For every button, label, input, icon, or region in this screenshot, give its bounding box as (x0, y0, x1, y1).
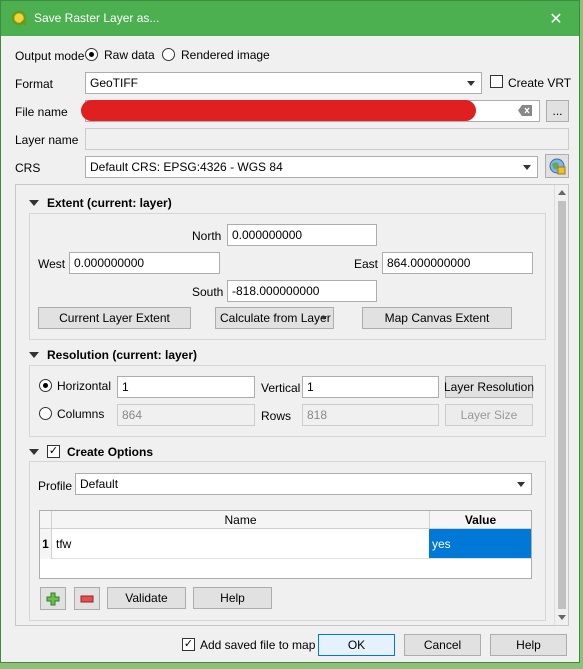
profile-select[interactable]: Default (75, 473, 532, 495)
format-select[interactable]: GeoTIFF (85, 72, 482, 94)
layer-resolution-button[interactable]: Layer Resolution (444, 376, 534, 398)
qgis-logo-icon (11, 10, 27, 26)
cancel-button[interactable]: Cancel (404, 634, 481, 656)
columns-input[interactable]: 864 (117, 404, 255, 426)
validate-button[interactable]: Validate (107, 587, 186, 609)
create-options-checkbox[interactable]: ✓ (47, 445, 60, 458)
save-raster-dialog: Save Raster Layer as... ✕ Output mode Ra… (0, 0, 580, 663)
map-canvas-extent-button[interactable]: Map Canvas Extent (362, 307, 512, 329)
create-options-header: Create Options (67, 445, 154, 459)
create-options-help-button[interactable]: Help (193, 587, 272, 609)
north-input[interactable]: 0.000000000 (227, 224, 377, 246)
chevron-down-icon (523, 165, 531, 170)
layer-name-label: Layer name (15, 133, 79, 147)
clear-icon[interactable] (518, 105, 532, 116)
browse-button[interactable]: ... (546, 100, 569, 122)
row-index: 1 (40, 529, 52, 559)
west-input[interactable]: 0.000000000 (69, 252, 220, 274)
file-name-label: File name (15, 105, 68, 119)
current-layer-extent-button[interactable]: Current Layer Extent (38, 307, 191, 329)
horizontal-input[interactable]: 1 (117, 376, 255, 398)
horizontal-radio[interactable] (39, 379, 52, 392)
crs-globe-icon (549, 158, 566, 175)
add-saved-file-checkbox[interactable]: ✓ (182, 638, 195, 651)
south-input[interactable]: -818.000000000 (227, 280, 377, 302)
layer-name-input[interactable] (85, 128, 569, 150)
rows-input[interactable]: 818 (302, 404, 439, 426)
rendered-image-radio[interactable] (162, 48, 175, 61)
layer-size-button[interactable]: Layer Size (445, 404, 533, 426)
calculate-from-layer-button[interactable]: Calculate from Layer (215, 307, 334, 329)
table-corner (40, 511, 52, 529)
add-option-button[interactable] (40, 587, 66, 610)
add-icon (46, 592, 60, 605)
create-vrt-checkbox[interactable] (490, 75, 503, 88)
value-column-header[interactable]: Value (429, 511, 531, 529)
raw-data-label: Raw data (104, 48, 155, 62)
remove-option-button[interactable] (74, 587, 100, 610)
south-label: South (192, 285, 224, 299)
vertical-input[interactable]: 1 (302, 376, 439, 398)
chevron-down-icon (467, 81, 475, 86)
extent-header: Extent (current: layer) (47, 196, 172, 210)
create-vrt-label: Create VRT (508, 76, 572, 90)
chevron-down-icon (517, 482, 525, 487)
format-label: Format (15, 77, 54, 91)
window-title: Save Raster Layer as... (34, 11, 160, 25)
close-icon[interactable]: ✕ (533, 1, 579, 36)
profile-value: Default (80, 477, 119, 491)
west-label: West (38, 257, 66, 271)
help-button[interactable]: Help (490, 634, 567, 656)
scroll-up-icon[interactable] (558, 190, 566, 195)
horizontal-label: Horizontal (57, 379, 112, 393)
crs-label: CRS (15, 161, 41, 175)
resolution-collapse-icon[interactable] (29, 352, 39, 358)
title-bar: Save Raster Layer as... ✕ (1, 1, 579, 36)
columns-radio[interactable] (39, 407, 52, 420)
redaction-mark (81, 100, 476, 121)
row-name-cell[interactable]: tfw (56, 537, 71, 551)
options-scroll-area: Extent (current: layer) North 0.00000000… (15, 184, 569, 626)
row-value-cell[interactable]: yes (429, 529, 531, 558)
scrollbar[interactable] (554, 185, 568, 625)
calculate-from-layer-label: Calculate from Layer (220, 311, 331, 325)
extent-collapse-icon[interactable] (29, 200, 39, 206)
columns-label: Columns (57, 407, 105, 421)
options-table: Name Value 1 tfw yes (39, 510, 532, 579)
crs-value: Default CRS: EPSG:4326 - WGS 84 (90, 160, 283, 174)
north-label: North (192, 229, 222, 243)
east-label: East (354, 257, 379, 271)
crs-select[interactable]: Default CRS: EPSG:4326 - WGS 84 (85, 156, 538, 178)
rows-label: Rows (261, 409, 292, 423)
add-saved-file-label: Add saved file to map (200, 638, 316, 652)
scroll-thumb[interactable] (558, 201, 566, 609)
remove-icon (80, 595, 94, 602)
scroll-down-icon[interactable] (558, 615, 566, 620)
resolution-header: Resolution (current: layer) (47, 348, 198, 362)
table-row[interactable]: 1 tfw yes (40, 529, 531, 559)
chevron-down-icon (321, 316, 327, 320)
east-input[interactable]: 864.000000000 (382, 252, 533, 274)
rendered-image-label: Rendered image (181, 48, 270, 62)
crs-selector-button[interactable] (545, 154, 569, 178)
output-mode-label: Output mode (15, 49, 85, 63)
name-column-header[interactable]: Name (52, 513, 429, 527)
ok-button[interactable]: OK (318, 634, 395, 656)
profile-label: Profile (38, 479, 73, 493)
raw-data-radio[interactable] (85, 48, 98, 61)
format-value: GeoTIFF (90, 76, 139, 90)
create-options-collapse-icon[interactable] (29, 449, 39, 455)
vertical-label: Vertical (261, 381, 301, 395)
